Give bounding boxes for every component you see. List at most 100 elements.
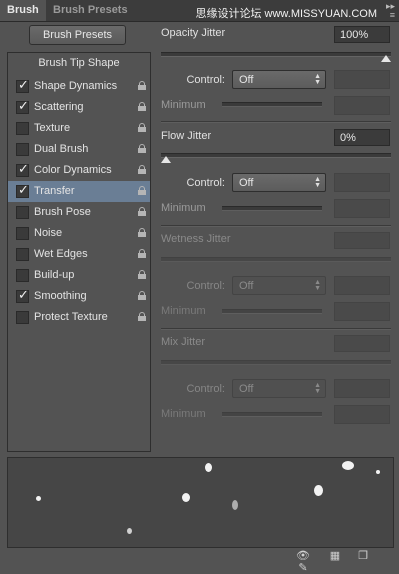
mix-control-select: Off ▲ ▼	[232, 379, 326, 398]
list-item-noise[interactable]: Noise	[8, 223, 150, 244]
opacity-jitter-slider-thumb[interactable]	[381, 55, 391, 62]
list-item-label: Transfer	[34, 185, 75, 197]
checkbox[interactable]	[16, 227, 29, 240]
updown-arrow-icon: ▲ ▼	[314, 382, 321, 395]
brush-dab	[182, 493, 190, 502]
checkbox[interactable]: ✓	[16, 287, 29, 303]
list-item-label: Brush Pose	[34, 206, 91, 218]
divider	[161, 121, 391, 123]
checkmark-icon: ✓	[18, 182, 29, 197]
list-item-shape-dynamics[interactable]: ✓ Shape Dynamics	[8, 76, 150, 97]
mix-minimum-label: Minimum	[161, 408, 206, 420]
checkmark-icon: ✓	[18, 287, 29, 302]
opacity-control-select[interactable]: Off ▲ ▼	[232, 70, 326, 89]
list-item-brush-pose[interactable]: Brush Pose	[8, 202, 150, 223]
opacity-jitter-slider[interactable]	[161, 52, 391, 57]
opacity-control-value-box	[334, 70, 390, 89]
lock-icon[interactable]	[138, 144, 146, 153]
list-item-label: Color Dynamics	[34, 164, 112, 176]
checkbox[interactable]	[16, 122, 29, 135]
select-value: Off	[239, 177, 254, 189]
mix-minimum-input	[334, 405, 390, 424]
checkbox[interactable]: ✓	[16, 182, 29, 198]
flow-jitter-input[interactable]: 0%	[334, 129, 390, 146]
brush-dab	[127, 528, 132, 534]
list-item-scattering[interactable]: ✓ Scattering	[8, 97, 150, 118]
opacity-jitter-label: Opacity Jitter	[161, 27, 226, 39]
select-value: Off	[239, 280, 254, 292]
flow-control-value-box	[334, 173, 390, 192]
opacity-minimum-input[interactable]	[334, 96, 390, 115]
lock-icon[interactable]	[138, 186, 146, 195]
brush-dab	[342, 461, 354, 470]
flow-minimum-slider[interactable]	[222, 206, 322, 211]
list-item-protect-texture[interactable]: Protect Texture	[8, 307, 150, 328]
list-item-color-dynamics[interactable]: ✓ Color Dynamics	[8, 160, 150, 181]
toggle-live-tip-icon[interactable]: 👁︎✎	[293, 550, 313, 574]
lock-icon[interactable]	[138, 165, 146, 174]
menu-icon[interactable]: ≡	[386, 11, 395, 20]
wetness-jitter-input	[334, 232, 390, 249]
list-item-build-up[interactable]: Build-up	[8, 265, 150, 286]
list-item-label: Shape Dynamics	[34, 80, 118, 92]
lock-icon[interactable]	[138, 228, 146, 237]
list-item-label: Build-up	[34, 269, 75, 281]
checkbox[interactable]	[16, 206, 29, 219]
checkbox[interactable]: ✓	[16, 98, 29, 114]
flow-jitter-slider[interactable]	[161, 153, 391, 158]
opacity-minimum-slider[interactable]	[222, 102, 322, 107]
panel-menu[interactable]: ▸▸ ≡	[386, 2, 395, 20]
lock-icon[interactable]	[138, 249, 146, 258]
lock-icon[interactable]	[138, 207, 146, 216]
checkbox[interactable]	[16, 269, 29, 282]
checkbox[interactable]: ✓	[16, 161, 29, 177]
wetness-control-select: Off ▲ ▼	[232, 276, 326, 295]
opacity-jitter-input[interactable]: 100%	[334, 26, 390, 43]
mix-control-label: Control:	[186, 383, 225, 395]
checkmark-icon: ✓	[18, 161, 29, 176]
lock-icon[interactable]	[138, 81, 146, 90]
list-item-label: Dual Brush	[34, 143, 89, 155]
list-item-label: Noise	[34, 227, 63, 239]
list-item-texture[interactable]: Texture	[8, 118, 150, 139]
list-item-wet-edges[interactable]: Wet Edges	[8, 244, 150, 265]
wetness-jitter-slider	[161, 257, 391, 262]
mix-jitter-input	[334, 335, 390, 352]
wetness-control-value-box	[334, 276, 390, 295]
select-value: Off	[239, 74, 254, 86]
checkbox[interactable]	[16, 143, 29, 156]
brush-stroke-preview	[7, 457, 394, 548]
lock-icon[interactable]	[138, 312, 146, 321]
brush-dab	[36, 496, 41, 501]
brush-dab	[232, 500, 238, 510]
flow-control-label: Control:	[186, 177, 225, 189]
list-item-transfer[interactable]: ✓ Transfer	[8, 181, 150, 202]
checkbox[interactable]	[16, 248, 29, 261]
flow-jitter-slider-thumb[interactable]	[161, 156, 171, 163]
checkbox[interactable]: ✓	[16, 77, 29, 93]
watermark: 思缘设计论坛 www.MISSYUAN.COM	[195, 8, 377, 20]
flow-control-select[interactable]: Off ▲ ▼	[232, 173, 326, 192]
tab-brush[interactable]: Brush	[0, 0, 46, 21]
wetness-minimum-slider	[222, 309, 322, 314]
brush-options-list: Brush Tip Shape ✓ Shape Dynamics ✓ Scatt…	[7, 52, 151, 452]
select-value: Off	[239, 383, 254, 395]
flow-minimum-input[interactable]	[334, 199, 390, 218]
list-item-label: Texture	[34, 122, 71, 134]
list-item-brush-tip-shape[interactable]: Brush Tip Shape	[8, 53, 150, 74]
grid-icon[interactable]: ▦	[329, 550, 341, 562]
lock-icon[interactable]	[138, 102, 146, 111]
tab-brush-presets[interactable]: Brush Presets	[46, 0, 135, 21]
list-item-smoothing[interactable]: ✓ Smoothing	[8, 286, 150, 307]
lock-icon[interactable]	[138, 270, 146, 279]
list-item-label: Wet Edges	[34, 248, 88, 260]
divider	[161, 328, 391, 330]
checkbox[interactable]	[16, 311, 29, 324]
lock-icon[interactable]	[138, 291, 146, 300]
lock-icon[interactable]	[138, 123, 146, 132]
list-item-dual-brush[interactable]: Dual Brush	[8, 139, 150, 160]
new-preset-icon[interactable]: ❐	[357, 550, 369, 562]
brush-presets-button[interactable]: Brush Presets	[29, 25, 126, 45]
updown-arrow-icon: ▲ ▼	[314, 279, 321, 292]
checkmark-icon: ✓	[18, 77, 29, 92]
